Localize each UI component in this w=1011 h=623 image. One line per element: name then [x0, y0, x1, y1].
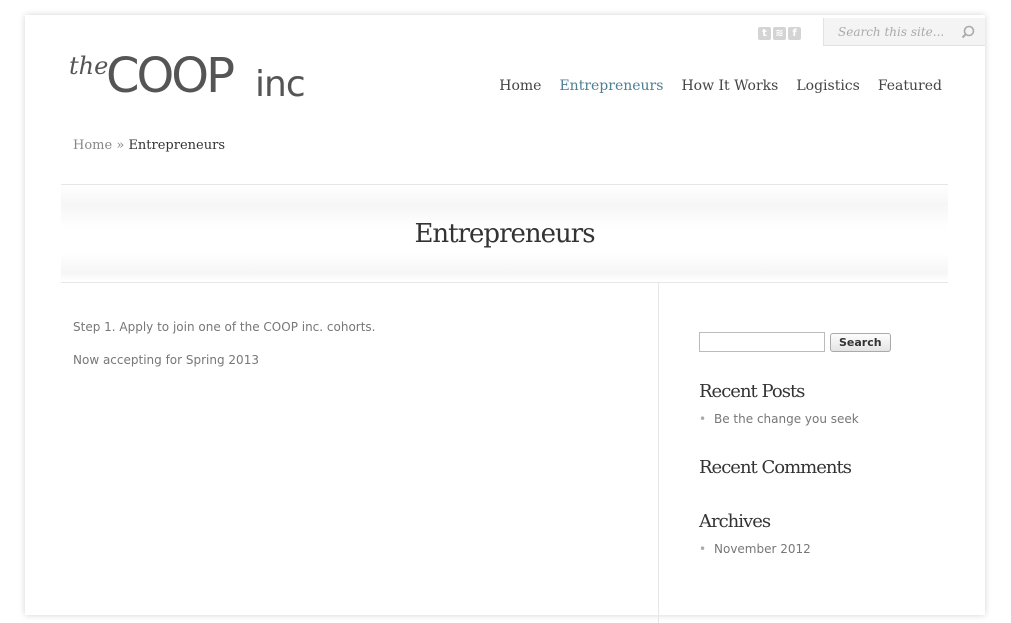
- recent-post-link[interactable]: Be the change you seek: [699, 412, 949, 426]
- nav-home[interactable]: Home: [499, 78, 541, 94]
- social-icons: t ≋ f: [758, 27, 801, 40]
- search-icon[interactable]: [961, 25, 975, 39]
- content-paragraph: Step 1. Apply to join one of the COOP in…: [73, 320, 376, 334]
- nav-entrepreneurs[interactable]: Entrepreneurs: [559, 78, 663, 94]
- site-search-input[interactable]: Search this site...: [823, 18, 985, 46]
- facebook-icon[interactable]: f: [788, 27, 801, 40]
- breadcrumb-separator: »: [116, 138, 125, 153]
- nav-how-it-works[interactable]: How It Works: [681, 78, 778, 94]
- archive-link[interactable]: November 2012: [699, 542, 949, 556]
- archives-widget: Archives November 2012: [699, 511, 949, 556]
- recent-posts-widget: Recent Posts Be the change you seek: [699, 381, 949, 426]
- logo-coop: COOP: [106, 48, 235, 104]
- nav-logistics[interactable]: Logistics: [796, 78, 859, 94]
- breadcrumb-home[interactable]: Home: [73, 138, 112, 153]
- breadcrumb-current: Entrepreneurs: [128, 138, 225, 153]
- sidebar-search: Search: [699, 332, 949, 352]
- column-divider: [658, 283, 659, 623]
- title-band: Entrepreneurs: [61, 184, 948, 283]
- nav-featured[interactable]: Featured: [878, 78, 942, 94]
- sidebar: Search Recent Posts Be the change you se…: [699, 332, 949, 556]
- content-paragraph: Now accepting for Spring 2013: [73, 353, 259, 367]
- page-container: t ≋ f Search this site... the COOP inc H…: [25, 15, 985, 623]
- archives-title: Archives: [699, 511, 771, 532]
- recent-comments-title: Recent Comments: [699, 457, 852, 478]
- recent-comments-widget: Recent Comments: [699, 457, 949, 478]
- rss-icon[interactable]: ≋: [773, 27, 786, 40]
- main-nav: Home Entrepreneurs How It Works Logistic…: [499, 78, 942, 94]
- sidebar-search-input[interactable]: [699, 332, 825, 352]
- site-search-placeholder: Search this site...: [838, 25, 945, 39]
- logo-inc: inc: [255, 64, 306, 105]
- twitter-icon[interactable]: t: [758, 27, 771, 40]
- recent-posts-title: Recent Posts: [699, 381, 805, 402]
- page-title: Entrepreneurs: [414, 219, 595, 249]
- logo-the: the: [69, 52, 109, 80]
- breadcrumb: Home » Entrepreneurs: [73, 138, 225, 153]
- sidebar-search-button[interactable]: Search: [830, 332, 891, 352]
- main-content: Step 1. Apply to join one of the COOP in…: [73, 320, 376, 386]
